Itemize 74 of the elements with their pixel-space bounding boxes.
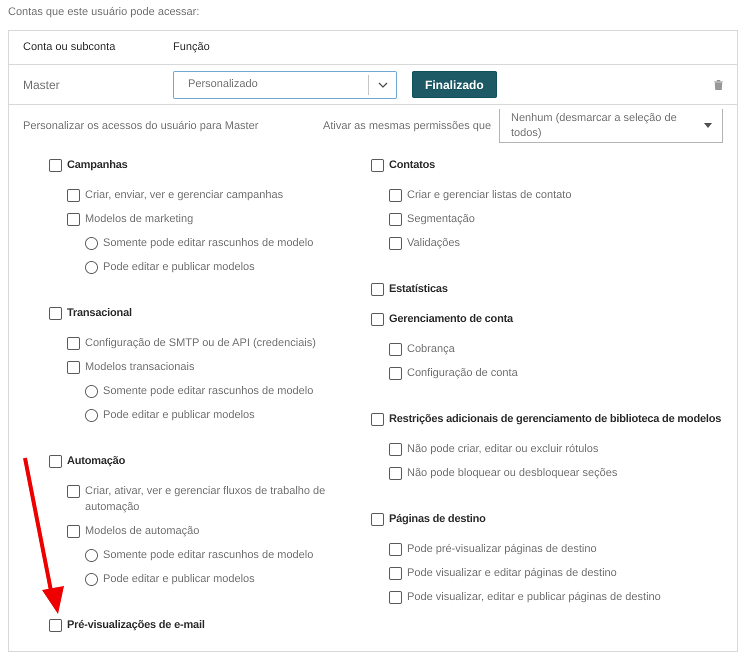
checkbox[interactable]	[371, 282, 384, 296]
checkbox[interactable]	[371, 312, 384, 326]
trash-icon[interactable]	[714, 80, 723, 90]
account-name: Master	[23, 76, 61, 94]
section-label: Transacional	[67, 306, 132, 321]
option-label: Pode visualizar, editar e publicar páginas de destino	[407, 590, 661, 605]
caret-icon	[704, 123, 712, 128]
section-label: Restrições adicionais de gerenciamento de biblioteca de modelos	[389, 412, 722, 427]
customize-label: Personalizar os acessos do usuário para Master	[23, 118, 260, 134]
checkbox[interactable]	[67, 484, 80, 498]
option-label: Validações	[407, 236, 460, 251]
section-label: Contatos	[389, 158, 436, 173]
radio-button[interactable]	[85, 384, 98, 398]
option-label: Pode visualizar e editar páginas de destino	[407, 566, 617, 581]
intro-text: Contas que este usuário pode acessar:	[8, 6, 200, 18]
radio-button[interactable]	[85, 572, 98, 586]
option-label: Pode editar e publicar modelos	[103, 572, 255, 587]
section-label: Páginas de destino	[389, 512, 486, 527]
checkbox[interactable]	[389, 188, 402, 202]
checkbox[interactable]	[67, 212, 80, 226]
column-header: Função	[173, 40, 210, 56]
section-label: Automação	[67, 454, 126, 469]
section-label: Estatísticas	[389, 282, 448, 297]
column-header: Conta ou subconta	[23, 40, 116, 56]
option-label: Segmentação	[407, 212, 475, 227]
checkbox[interactable]	[49, 306, 62, 320]
copy-permissions-label: Ativar as mesmas permissões que	[323, 118, 492, 134]
option-label: Pode editar e publicar modelos	[103, 260, 255, 275]
checkbox[interactable]	[371, 158, 384, 172]
checkbox[interactable]	[371, 512, 384, 526]
checkbox[interactable]	[389, 212, 402, 226]
checkbox[interactable]	[49, 618, 62, 632]
checkbox[interactable]	[389, 542, 402, 556]
radio-button[interactable]	[85, 236, 98, 250]
option-label: Configuração de conta	[407, 366, 518, 381]
section-label: Campanhas	[67, 158, 128, 173]
option-label: Modelos transacionais	[85, 360, 194, 375]
option-label: Configuração de SMTP ou de API (credenciais)	[85, 336, 316, 351]
checkbox[interactable]	[389, 590, 402, 604]
option-label: Pode editar e publicar modelos	[103, 408, 255, 423]
option-label: Criar, ativar, ver e gerenciar fluxos de trabalho de automação	[85, 484, 326, 515]
option-label: Somente pode editar rascunhos de modelo	[103, 384, 314, 399]
option-label: Criar e gerenciar listas de contato	[407, 188, 572, 203]
checkbox[interactable]	[389, 366, 402, 380]
checkbox[interactable]	[67, 524, 80, 538]
option-label: Cobrança	[407, 342, 455, 357]
done-button[interactable]: Finalizado	[412, 71, 497, 98]
option-label: Modelos de marketing	[85, 212, 194, 227]
radio-button[interactable]	[85, 408, 98, 422]
checkbox[interactable]	[67, 336, 80, 350]
checkbox[interactable]	[67, 360, 80, 374]
section-label: Gerenciamento de conta	[389, 312, 513, 327]
checkbox[interactable]	[389, 566, 402, 580]
section-label: Pré-visualizações de e-mail	[67, 618, 205, 633]
checkbox[interactable]	[67, 188, 80, 202]
checkbox[interactable]	[389, 442, 402, 456]
option-label: Modelos de automação	[85, 524, 200, 539]
permissions-select[interactable]: Nenhum (desmarcar a seleção de todos)	[499, 109, 723, 143]
option-label: Não pode bloquear ou desbloquear seções	[407, 466, 618, 481]
option-label: Pode pré-visualizar páginas de destino	[407, 542, 597, 557]
checkbox[interactable]	[371, 412, 384, 426]
option-label: Somente pode editar rascunhos de modelo	[103, 548, 314, 563]
option-label: Não pode criar, editar ou excluir rótulos	[407, 442, 598, 457]
role-select[interactable]: Personalizado	[173, 70, 397, 98]
chevron-down-icon	[378, 82, 388, 88]
checkbox[interactable]	[49, 158, 62, 172]
option-label: Criar, enviar, ver e gerenciar campanhas	[85, 188, 284, 203]
checkbox[interactable]	[49, 454, 62, 468]
checkbox[interactable]	[389, 236, 402, 250]
checkbox[interactable]	[389, 466, 402, 480]
radio-button[interactable]	[85, 548, 98, 562]
radio-button[interactable]	[85, 260, 98, 274]
option-label: Somente pode editar rascunhos de modelo	[103, 236, 314, 251]
checkbox[interactable]	[389, 342, 402, 356]
